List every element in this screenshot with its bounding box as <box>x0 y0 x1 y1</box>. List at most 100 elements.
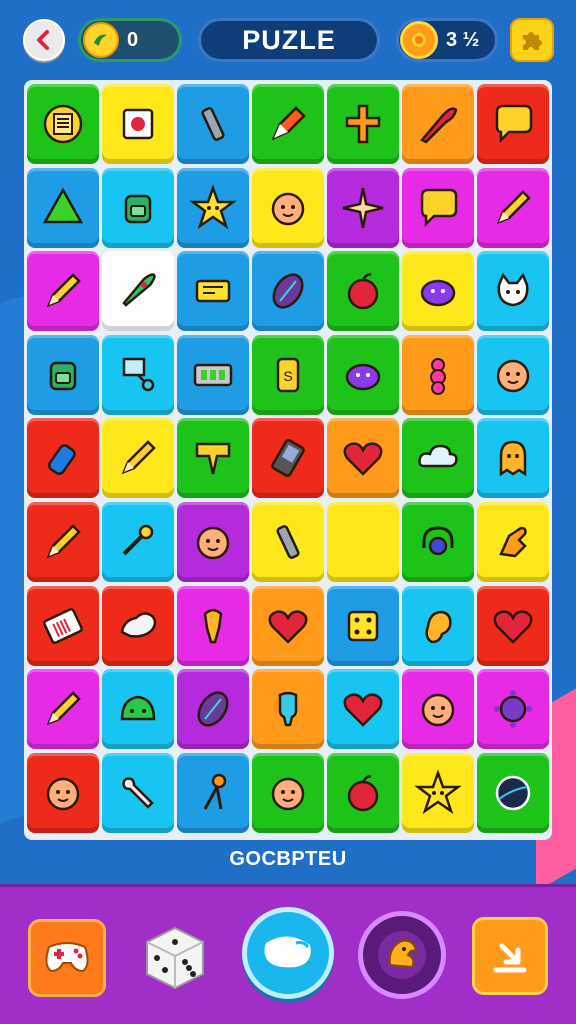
tile[interactable] <box>327 585 399 666</box>
tile[interactable] <box>177 669 249 750</box>
pencil-icon <box>121 440 156 475</box>
tile[interactable] <box>477 501 549 582</box>
apple-icon <box>347 273 379 310</box>
puzzle-board: S <box>24 80 552 840</box>
blob-icon <box>120 695 156 721</box>
tile[interactable] <box>402 334 474 415</box>
tile[interactable] <box>252 501 324 582</box>
tile[interactable] <box>177 585 249 666</box>
tile[interactable] <box>402 501 474 582</box>
tile[interactable] <box>327 251 399 332</box>
tile[interactable] <box>177 84 249 164</box>
exit-button[interactable] <box>472 917 548 995</box>
tile[interactable] <box>402 669 474 750</box>
energy-counter[interactable]: 3 ½ <box>396 18 498 62</box>
tile[interactable] <box>252 752 324 833</box>
can-icon: S <box>276 357 300 393</box>
tile[interactable] <box>177 501 249 582</box>
face-icon <box>271 777 305 810</box>
svg-text:S: S <box>283 368 292 384</box>
tile[interactable] <box>327 501 399 582</box>
tile[interactable] <box>27 501 99 582</box>
tile[interactable] <box>402 84 474 164</box>
tile[interactable] <box>477 418 549 499</box>
tile[interactable] <box>27 167 99 248</box>
dice-button[interactable] <box>138 921 212 995</box>
coin-count: 0 <box>127 28 139 51</box>
play-button[interactable] <box>242 907 334 999</box>
face-icon <box>46 777 80 810</box>
speech-bubble-icon <box>420 188 458 227</box>
dragon-icon <box>378 931 426 979</box>
tile[interactable] <box>27 418 99 499</box>
tile[interactable] <box>252 84 324 164</box>
exit-icon <box>493 943 527 973</box>
top-bar: 0 PUZLE 3 ½ <box>0 0 576 82</box>
dice-icon <box>347 610 379 641</box>
tile[interactable]: S <box>252 334 324 415</box>
magnifier-icon <box>122 357 155 392</box>
tile[interactable] <box>252 585 324 666</box>
tile[interactable] <box>177 752 249 833</box>
tile[interactable] <box>252 418 324 499</box>
tile[interactable] <box>402 585 474 666</box>
tile[interactable] <box>477 752 549 833</box>
scissors-icon <box>203 773 227 810</box>
tile[interactable] <box>27 84 99 164</box>
back-button[interactable] <box>23 19 65 61</box>
tile[interactable] <box>177 167 249 248</box>
tile[interactable] <box>402 167 474 248</box>
tile[interactable] <box>327 84 399 164</box>
ticket-icon <box>195 279 231 303</box>
tile[interactable] <box>27 669 99 750</box>
tile[interactable] <box>177 251 249 332</box>
tile[interactable] <box>327 418 399 499</box>
tile[interactable] <box>402 251 474 332</box>
tile[interactable] <box>327 167 399 248</box>
tile[interactable] <box>102 501 174 582</box>
tile[interactable] <box>402 752 474 833</box>
tile[interactable] <box>27 251 99 332</box>
coin-counter[interactable]: 0 <box>78 18 182 62</box>
tile[interactable] <box>102 334 174 415</box>
heart-icon <box>268 609 308 644</box>
heart-icon <box>343 693 383 727</box>
tile[interactable] <box>477 167 549 248</box>
tile[interactable] <box>27 585 99 666</box>
tile[interactable] <box>477 334 549 415</box>
tile[interactable] <box>327 752 399 833</box>
tile[interactable] <box>177 334 249 415</box>
face-icon <box>271 192 305 225</box>
triangle-icon <box>42 187 84 223</box>
tile[interactable] <box>477 84 549 164</box>
tile[interactable] <box>327 669 399 750</box>
rocket-icon <box>122 273 156 307</box>
backpack-icon <box>49 361 77 391</box>
tile[interactable] <box>102 585 174 666</box>
coin-icon <box>83 22 119 58</box>
tile[interactable] <box>327 334 399 415</box>
tile[interactable] <box>102 418 174 499</box>
power-up-button[interactable] <box>358 911 446 999</box>
tile[interactable] <box>102 84 174 164</box>
tile[interactable] <box>252 251 324 332</box>
pencil-icon <box>46 524 81 559</box>
tile[interactable] <box>102 167 174 248</box>
tile[interactable] <box>102 752 174 833</box>
hint-button[interactable] <box>510 18 554 62</box>
tile[interactable] <box>27 334 99 415</box>
tile[interactable] <box>252 167 324 248</box>
tile[interactable] <box>102 669 174 750</box>
tile[interactable] <box>477 585 549 666</box>
games-button[interactable] <box>28 919 106 997</box>
tile[interactable] <box>477 251 549 332</box>
tile[interactable] <box>102 251 174 332</box>
tile[interactable] <box>477 669 549 750</box>
receipt-icon <box>43 104 83 144</box>
tile[interactable] <box>252 669 324 750</box>
tile[interactable] <box>402 418 474 499</box>
tile[interactable] <box>177 418 249 499</box>
apple-icon <box>347 775 379 811</box>
tile[interactable] <box>27 752 99 833</box>
pencil-icon <box>46 273 81 308</box>
